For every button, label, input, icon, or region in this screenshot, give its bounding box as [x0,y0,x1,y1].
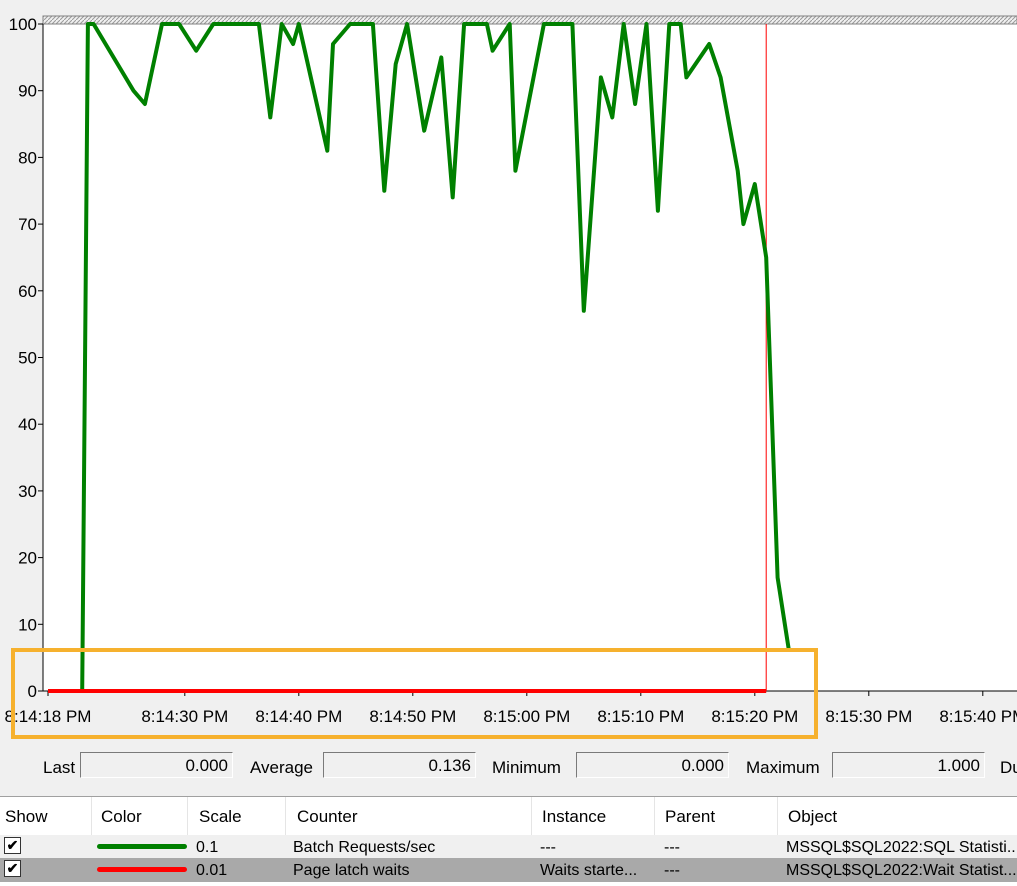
y-tick-label: 100 [9,15,37,34]
y-tick-label: 40 [18,415,37,434]
object-cell: MSSQL$SQL2022:Wait Statist... [786,862,1017,879]
col-show[interactable]: Show [0,797,92,835]
average-value: 0.136 [323,752,476,778]
minimum-label: Minimum [492,758,561,777]
last-label: Last [43,758,76,777]
x-tick-label: 8:14:40 PM [255,707,342,726]
maximum-value: 1.000 [832,752,985,778]
performance-graph: 1009080706050403020100 8:14:18 PM 8:14:30… [5,15,1017,739]
last-value: 0.000 [80,752,233,778]
parent-cell: --- [664,862,680,879]
x-tick-label: 8:14:50 PM [369,707,456,726]
y-tick-label: 30 [18,482,37,501]
color-swatch [97,867,187,872]
col-parent[interactable]: Parent [660,797,778,835]
stats-bar: Last 0.000 Average 0.136 Minimum 0.000 M… [0,750,1017,786]
object-cell: MSSQL$SQL2022:SQL Statisti... [786,839,1017,856]
color-swatch [97,844,187,849]
y-tick-label: 80 [18,148,37,167]
scale-cell: 0.1 [196,839,219,856]
parent-cell: --- [664,839,680,856]
y-tick-label: 20 [18,549,37,568]
counter-cell: Page latch waits [293,862,410,879]
average-label: Average [250,758,314,777]
instance-cell: Waits starte... [540,862,638,879]
y-tick-label: 90 [18,82,37,101]
x-tick-label: 8:14:18 PM [5,707,92,726]
y-tick-label: 60 [18,282,37,301]
table-header: Show Color Scale Counter Instance Parent… [0,797,1017,835]
y-tick-label: 10 [18,615,37,634]
col-object[interactable]: Object [783,797,1017,835]
col-instance[interactable]: Instance [537,797,655,835]
col-counter[interactable]: Counter [292,797,532,835]
overflow-band [42,15,1017,25]
col-color[interactable]: Color [96,797,188,835]
counter-cell: Batch Requests/sec [293,839,436,856]
scale-cell: 0.01 [196,862,228,879]
x-tick-label: 8:15:30 PM [825,707,912,726]
minimum-value: 0.000 [576,752,729,778]
x-tick-label: 8:15:00 PM [483,707,570,726]
table-row[interactable]: ✔ 0.01 Page latch waits Waits starte... … [0,858,1017,882]
show-checkbox[interactable]: ✔ [4,860,21,877]
show-checkbox[interactable]: ✔ [4,837,21,854]
x-tick-label: 8:14:30 PM [141,707,228,726]
col-scale[interactable]: Scale [194,797,286,835]
y-tick-label: 50 [18,349,37,368]
x-tick-label: 8:15:20 PM [711,707,798,726]
maximum-label: Maximum [746,758,820,777]
counter-table: Show Color Scale Counter Instance Parent… [0,796,1017,886]
y-tick-label: 70 [18,215,37,234]
y-tick-label: 0 [28,682,37,701]
plot-area [43,24,1017,691]
table-row[interactable]: ✔ 0.1 Batch Requests/sec --- --- MSSQL$S… [0,835,1017,859]
instance-cell: --- [540,839,556,856]
x-tick-label: 8:15:40 PM [939,707,1017,726]
duration-label: Du [1000,758,1017,777]
x-tick-label: 8:15:10 PM [597,707,684,726]
